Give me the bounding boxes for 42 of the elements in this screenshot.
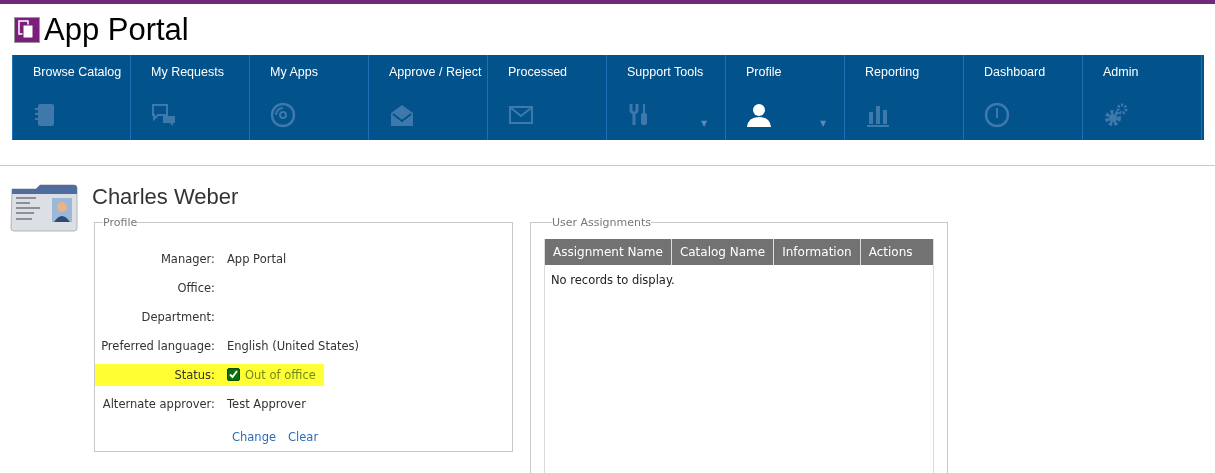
field-label: Preferred language: [100, 337, 216, 355]
field-label: Office: [176, 279, 216, 297]
gauge-icon [984, 102, 1010, 128]
nav-tab[interactable]: Approve / Reject [369, 55, 488, 140]
nav-tab[interactable]: Profile ▼ [726, 55, 845, 140]
checkbox[interactable] [227, 368, 240, 381]
nav-tab[interactable]: Browse Catalog [12, 55, 131, 140]
nav-tab[interactable]: Processed [488, 55, 607, 140]
field-value: Test Approver [227, 396, 306, 411]
chat-bubbles-icon [151, 102, 177, 128]
field-value: App Portal [227, 251, 287, 266]
field-label: Department: [140, 308, 216, 326]
nav-tab[interactable]: My Apps [250, 55, 369, 140]
column-header[interactable]: Information [774, 239, 861, 265]
field-label: Manager: [159, 250, 216, 268]
nav-tab[interactable]: Support Tools ▼ [607, 55, 726, 140]
user-icon [746, 102, 772, 128]
app-logo-icon [14, 16, 40, 43]
app-title: App Portal [44, 11, 189, 48]
nav-tab[interactable]: My Requests [131, 55, 250, 140]
gears-icon [1103, 102, 1129, 128]
disc-icon [270, 102, 296, 128]
column-header[interactable]: Actions [860, 239, 921, 265]
text-link[interactable]: Change [232, 430, 277, 444]
nav-tab[interactable]: Admin [1083, 55, 1202, 140]
contact-card-icon [10, 183, 78, 233]
field-label: Status: [173, 366, 216, 384]
column-header[interactable]: Catalog Name [671, 239, 775, 265]
nav-tab[interactable]: Reporting [845, 55, 964, 140]
caret-icon: ▼ [820, 119, 827, 128]
text-link[interactable]: Clear [288, 430, 319, 444]
field-value: English (United States) [227, 338, 360, 353]
panel-legend: Profile [103, 216, 138, 229]
field-label: Alternate approver: [101, 395, 216, 413]
caret-icon: ▼ [701, 119, 708, 128]
panel-legend: User Assignments [552, 216, 652, 229]
user-name: Charles Weber [92, 184, 240, 210]
checkbox-label: Out of office [245, 367, 316, 382]
nav-tab[interactable]: Dashboard [964, 55, 1083, 140]
column-header[interactable]: Assignment Name [545, 239, 672, 265]
open-envelope-icon [389, 102, 415, 128]
empty-message: No records to display. [550, 272, 676, 289]
